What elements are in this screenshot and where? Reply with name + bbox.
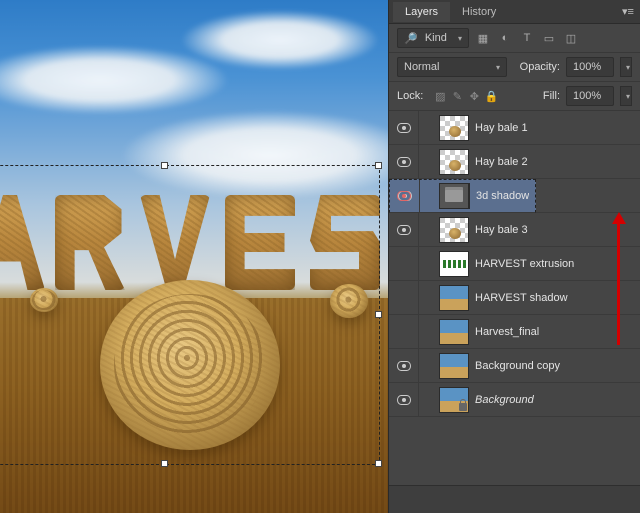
eye-icon (397, 225, 411, 235)
opacity-label: Opacity: (520, 61, 560, 73)
visibility-toggle[interactable] (389, 145, 419, 178)
lock-label: Lock: (397, 90, 423, 102)
visibility-toggle[interactable] (389, 383, 419, 416)
layer-name[interactable]: HARVEST shadow (475, 292, 634, 304)
fill-dropdown[interactable]: ▾ (620, 86, 632, 106)
layer-row[interactable]: Hay bale 2 (389, 145, 640, 179)
layer-row[interactable]: Harvest_final (389, 315, 640, 349)
visibility-toggle[interactable] (389, 179, 419, 212)
layer-thumbnail (439, 217, 469, 243)
layer-name[interactable]: Background copy (475, 360, 634, 372)
layer-thumbnail (439, 319, 469, 345)
layer-row[interactable]: Typography (389, 179, 640, 213)
filter-adjustment-icon[interactable]: ◐ (497, 30, 513, 46)
opacity-input[interactable]: 100% (566, 57, 614, 77)
tab-layers[interactable]: Layers (393, 2, 450, 22)
layer-name[interactable]: Harvest_final (475, 326, 634, 338)
filter-kind-label: Kind (425, 32, 447, 44)
layer-thumbnail (439, 285, 469, 311)
opacity-dropdown[interactable]: ▾ (620, 57, 632, 77)
lock-all-icon[interactable]: 🔒 (484, 88, 498, 104)
layer-thumbnail (439, 149, 469, 175)
annotation-arrow (617, 215, 620, 345)
lock-image-icon[interactable]: ✎ (450, 88, 464, 104)
layer-row[interactable]: HARVEST shadow (389, 281, 640, 315)
tab-history[interactable]: History (450, 2, 508, 22)
visibility-toggle[interactable] (389, 213, 419, 246)
document-canvas[interactable] (0, 0, 388, 513)
layer-row[interactable]: HARVEST extrusion (389, 247, 640, 281)
layer-thumbnail (439, 251, 469, 277)
layer-name[interactable]: Background (475, 394, 634, 406)
filter-shape-icon[interactable]: ▭ (541, 30, 557, 46)
layer-name[interactable]: Hay bale 2 (475, 156, 634, 168)
lock-transparency-icon[interactable]: ▨ (433, 88, 447, 104)
layer-list: Hay bale 1Hay bale 23d shadowTypographyH… (389, 111, 640, 485)
layer-name[interactable]: Typography (475, 190, 634, 202)
fill-input[interactable]: 100% (566, 86, 614, 106)
filter-pixel-icon[interactable]: ▦ (475, 30, 491, 46)
artwork-bale (100, 280, 280, 450)
lock-row: Lock: ▨ ✎ ✥ 🔒 Fill: 100% ▾ (389, 82, 640, 111)
layer-thumbnail (439, 353, 469, 379)
panel-tabs: Layers History ▾≡ (389, 0, 640, 24)
artwork-letter (225, 195, 295, 290)
visibility-toggle[interactable] (389, 247, 419, 280)
filter-type-icon[interactable]: T (519, 30, 535, 46)
eye-icon (397, 123, 411, 133)
artwork-letter (310, 195, 380, 290)
eye-icon (397, 361, 411, 371)
lock-position-icon[interactable]: ✥ (467, 88, 481, 104)
lock-icon (459, 403, 467, 411)
visibility-toggle[interactable] (389, 349, 419, 382)
layer-row[interactable]: Hay bale 3 (389, 213, 640, 247)
layers-panel: Layers History ▾≡ 🔎Kind▾ ▦ ◐ T ▭ ◫ Norma… (388, 0, 640, 513)
eye-icon (397, 157, 411, 167)
layer-thumbnail (439, 183, 469, 209)
visibility-toggle[interactable] (389, 111, 419, 144)
visibility-toggle[interactable] (389, 315, 419, 348)
filter-smart-icon[interactable]: ◫ (563, 30, 579, 46)
layer-name[interactable]: Hay bale 1 (475, 122, 634, 134)
layer-thumbnail (439, 115, 469, 141)
panel-menu-icon[interactable]: ▾≡ (620, 5, 636, 18)
blend-row: Normal▾ Opacity: 100% ▾ (389, 53, 640, 82)
fill-label: Fill: (543, 90, 560, 102)
blend-mode-select[interactable]: Normal▾ (397, 57, 507, 77)
filter-kind-select[interactable]: 🔎Kind▾ (397, 28, 469, 48)
layer-thumbnail (439, 387, 469, 413)
layer-row[interactable]: Background copy (389, 349, 640, 383)
visibility-toggle[interactable] (389, 281, 419, 314)
layer-row[interactable]: Hay bale 1 (389, 111, 640, 145)
artwork-bale (30, 288, 58, 312)
layer-name[interactable]: Hay bale 3 (475, 224, 634, 236)
eye-icon (397, 191, 411, 201)
panel-footer (389, 485, 640, 513)
layer-name[interactable]: HARVEST extrusion (475, 258, 634, 270)
eye-icon (397, 395, 411, 405)
layer-row[interactable]: Background (389, 383, 640, 417)
artwork-bale (330, 284, 368, 318)
layer-filter-row: 🔎Kind▾ ▦ ◐ T ▭ ◫ (389, 24, 640, 53)
